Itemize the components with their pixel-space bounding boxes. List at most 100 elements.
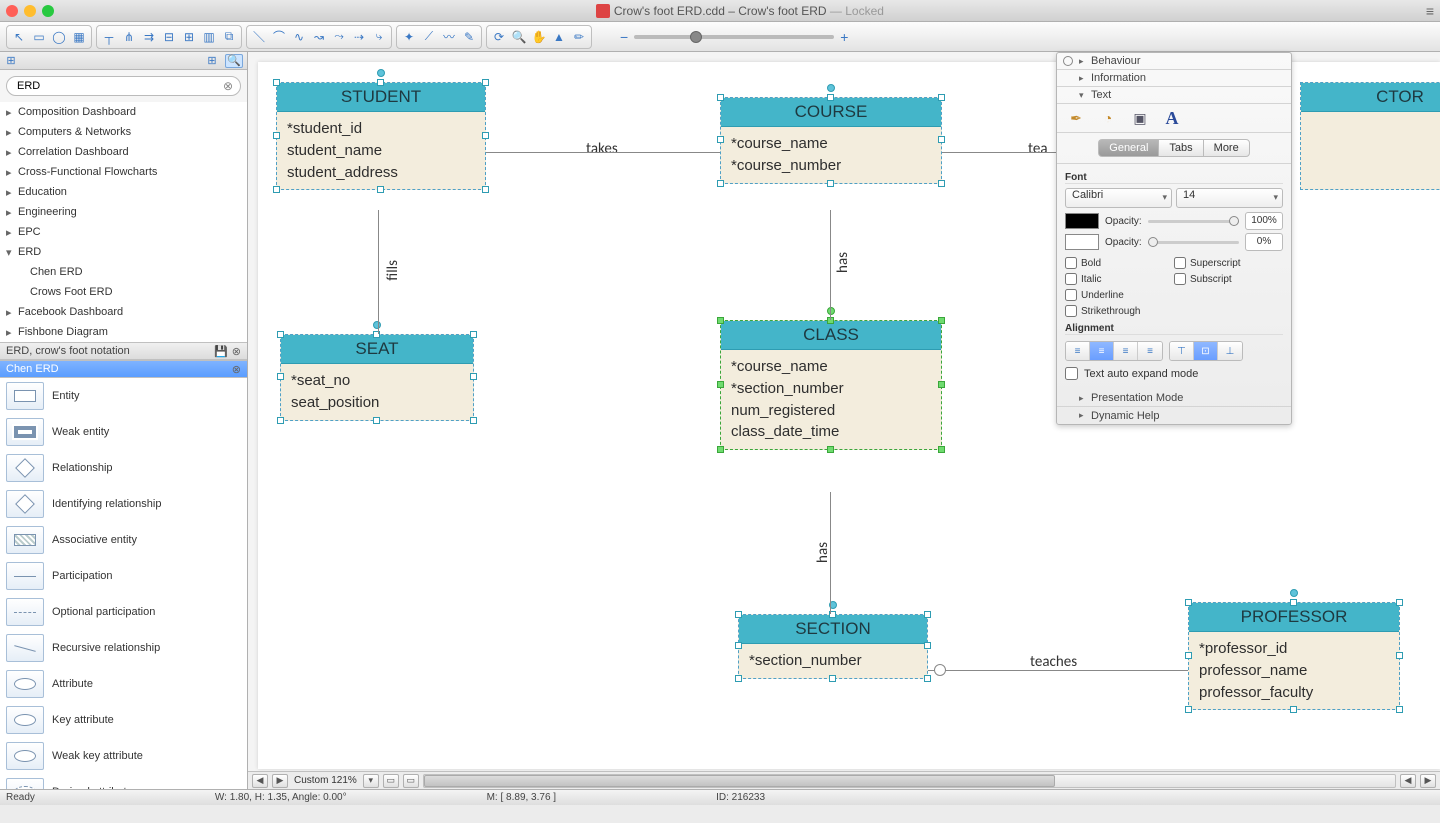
tree-row[interactable]: ▸Computers & Networks xyxy=(0,122,247,142)
page-next-icon[interactable]: ▶ xyxy=(272,774,288,788)
valign-bottom-icon[interactable]: ⊥ xyxy=(1218,342,1242,360)
rotate-handle-icon[interactable] xyxy=(377,69,385,77)
search-tab-icon[interactable]: 🔍 xyxy=(225,54,243,68)
text-color-swatch[interactable] xyxy=(1065,213,1099,229)
opacity-value[interactable]: 0% xyxy=(1245,233,1283,251)
side-tool-icon[interactable]: ⊟ xyxy=(160,28,178,46)
shape-participation[interactable]: Participation xyxy=(0,558,247,594)
save-icon[interactable]: 💾 xyxy=(214,345,228,358)
tree-row[interactable]: ▸Engineering xyxy=(0,202,247,222)
maximize-icon[interactable] xyxy=(42,5,54,17)
tree-row[interactable]: ▸Cross-Functional Flowcharts xyxy=(0,162,247,182)
bezier-icon[interactable]: ✦ xyxy=(400,28,418,46)
tree-tool-icon[interactable]: ┬ xyxy=(100,28,118,46)
shadow-icon[interactable]: ▣ xyxy=(1129,108,1151,128)
subscript-checkbox[interactable]: Subscript xyxy=(1174,273,1283,285)
opacity-value[interactable]: 100% xyxy=(1245,212,1283,230)
align-justify-icon[interactable]: ≡ xyxy=(1138,342,1162,360)
zoom-caret-icon[interactable]: ▾ xyxy=(363,774,379,788)
search-input[interactable] xyxy=(6,76,241,96)
tab-general[interactable]: General xyxy=(1098,139,1158,157)
refresh-icon[interactable]: ⟳ xyxy=(490,28,508,46)
page-prev-icon[interactable]: ◀ xyxy=(252,774,268,788)
hscroll-left-icon[interactable]: ◀ xyxy=(1400,774,1416,788)
panel-presentation[interactable]: ▸Presentation Mode xyxy=(1057,390,1291,407)
shape-identifying-relationship[interactable]: Identifying relationship xyxy=(0,486,247,522)
auto-expand-checkbox[interactable]: Text auto expand mode xyxy=(1065,367,1283,380)
freeform-icon[interactable]: 〰 xyxy=(440,28,458,46)
section-header-chen[interactable]: Chen ERD ⊗ xyxy=(0,360,247,378)
zoom-slider[interactable] xyxy=(634,35,834,39)
side2-tool-icon[interactable]: ⊞ xyxy=(180,28,198,46)
rotate-handle-icon[interactable] xyxy=(827,307,835,315)
shape-key-attribute[interactable]: Key attribute xyxy=(0,702,247,738)
tree-row[interactable]: ▸Facebook Dashboard xyxy=(0,302,247,322)
strikethrough-checkbox[interactable]: Strikethrough xyxy=(1065,305,1174,317)
line-tool-icon[interactable]: ＼ xyxy=(250,28,268,46)
opacity-slider[interactable] xyxy=(1148,241,1239,244)
clear-search-icon[interactable]: ⊗ xyxy=(223,79,233,93)
tab-more[interactable]: More xyxy=(1203,139,1250,157)
superscript-checkbox[interactable]: Superscript xyxy=(1174,257,1283,269)
chain-tool-icon[interactable]: ⋔ xyxy=(120,28,138,46)
close-icon[interactable] xyxy=(6,5,18,17)
minimize-icon[interactable] xyxy=(24,5,36,17)
bold-checkbox[interactable]: Bold xyxy=(1065,257,1174,269)
align-left-icon[interactable]: ≡ xyxy=(1066,342,1090,360)
page-add-icon[interactable]: ▭ xyxy=(383,774,399,788)
rotate-handle-icon[interactable] xyxy=(827,84,835,92)
grid-tool-icon[interactable]: ▥ xyxy=(200,28,218,46)
table-icon[interactable]: ▦ xyxy=(70,28,88,46)
bg-color-swatch[interactable] xyxy=(1065,234,1099,250)
smart-conn-icon[interactable]: ⤳ xyxy=(330,28,348,46)
opacity-slider[interactable] xyxy=(1148,220,1239,223)
zoom-label[interactable]: Custom 121% xyxy=(292,775,359,786)
rotate-handle-icon[interactable] xyxy=(373,321,381,329)
shape-weak-entity[interactable]: Weak entity xyxy=(0,414,247,450)
entity-student[interactable]: STUDENT *student_idstudent_namestudent_a… xyxy=(276,82,486,190)
elbow-conn-icon[interactable]: ⤷ xyxy=(370,28,388,46)
shape-derived-attribute[interactable]: Derived attribute xyxy=(0,774,247,789)
entity-instructor[interactable]: CTOR omelty xyxy=(1300,82,1440,190)
ellipse-icon[interactable]: ◯ xyxy=(50,28,68,46)
entity-seat[interactable]: SEAT *seat_noseat_position xyxy=(280,334,474,421)
underline-checkbox[interactable]: Underline xyxy=(1065,289,1174,301)
shape-optional-participation[interactable]: Optional participation xyxy=(0,594,247,630)
page-add2-icon[interactable]: ▭ xyxy=(403,774,419,788)
entity-course[interactable]: COURSE *course_name*course_number xyxy=(720,97,942,184)
round-conn-icon[interactable]: ↝ xyxy=(310,28,328,46)
properties-panel[interactable]: ▸Behaviour ▸Information ▾Text ✒ ◔ ▣ A Ge… xyxy=(1056,52,1292,425)
tree-row[interactable]: ▸EPC xyxy=(0,222,247,242)
hscroll-thumb[interactable] xyxy=(424,775,1055,787)
close-section-icon[interactable]: ⊗ xyxy=(232,363,241,376)
eyedropper-icon[interactable]: ✏ xyxy=(570,28,588,46)
hscroll-right-icon[interactable]: ▶ xyxy=(1420,774,1436,788)
shape-relationship[interactable]: Relationship xyxy=(0,450,247,486)
rectangle-icon[interactable]: ▭ xyxy=(30,28,48,46)
zoom-out-icon[interactable]: − xyxy=(620,29,628,45)
shape-attribute[interactable]: Attribute xyxy=(0,666,247,702)
polyline-icon[interactable]: ⟋ xyxy=(420,28,438,46)
tree-row[interactable]: Chen ERD xyxy=(0,262,247,282)
rotate-handle-icon[interactable] xyxy=(1290,589,1298,597)
menu-icon[interactable]: ≡ xyxy=(1426,3,1434,19)
shape-entity[interactable]: Entity xyxy=(0,378,247,414)
font-select[interactable]: Calibri▾ xyxy=(1065,188,1172,208)
zoom-thumb[interactable] xyxy=(690,31,702,43)
zoom-tool-icon[interactable]: 🔍 xyxy=(510,28,528,46)
brush-icon[interactable]: ✎ xyxy=(460,28,478,46)
section-header-crowsfoot[interactable]: ERD, crow's foot notation 💾⊗ xyxy=(0,342,247,360)
font-size-select[interactable]: 14▾ xyxy=(1176,188,1283,208)
tree-row[interactable]: ▾ERD xyxy=(0,242,247,262)
shape-recursive-relationship[interactable]: Recursive relationship xyxy=(0,630,247,666)
entity-professor[interactable]: PROFESSOR *professor_idprofessor_namepro… xyxy=(1188,602,1400,710)
straight-conn-icon[interactable]: ⇢ xyxy=(350,28,368,46)
zoom-in-icon[interactable]: + xyxy=(840,29,848,45)
shape-weak-key-attribute[interactable]: Weak key attribute xyxy=(0,738,247,774)
entity-class[interactable]: CLASS *course_name*section_numbernum_reg… xyxy=(720,320,942,450)
hand-tool-icon[interactable]: ✋ xyxy=(530,28,548,46)
align-right-icon[interactable]: ≡ xyxy=(1114,342,1138,360)
tree-row[interactable]: ▸Composition Dashboard xyxy=(0,102,247,122)
library-tree[interactable]: ▸Composition Dashboard ▸Computers & Netw… xyxy=(0,102,247,342)
valign-middle-icon[interactable]: ⊡ xyxy=(1194,342,1218,360)
